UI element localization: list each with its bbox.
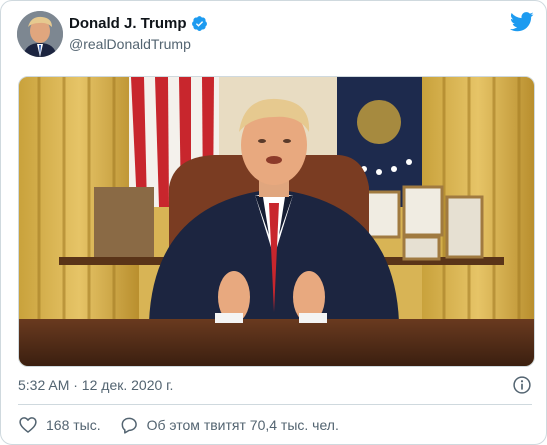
divider [18, 404, 532, 405]
author-handle[interactable]: @realDonaldTrump [69, 36, 191, 52]
heart-icon [19, 417, 37, 433]
reply-bubble-icon [121, 417, 137, 434]
like-count: 168 тыс. [46, 417, 101, 433]
avatar[interactable] [17, 11, 63, 57]
discussion-button[interactable]: Об этом твитят 70,4 тыс. чел. [119, 415, 339, 435]
tweet-timestamp[interactable]: 5:32 AM · 12 дек. 2020 г. [18, 377, 173, 393]
twitter-bird-icon[interactable] [510, 12, 534, 32]
verified-badge-icon [191, 16, 207, 31]
tweet-card[interactable]: Donald J. Trump @realDonaldTrump 5:32 AM… [0, 0, 547, 445]
tweet-video[interactable] [18, 76, 535, 367]
info-icon[interactable] [512, 375, 532, 395]
like-button[interactable]: 168 тыс. [18, 415, 101, 435]
discussion-count: Об этом твитят 70,4 тыс. чел. [146, 417, 339, 433]
oval-office-scene-image [19, 77, 534, 366]
author-display-name[interactable]: Donald J. Trump [69, 15, 187, 32]
profile-photo-icon [17, 11, 63, 57]
